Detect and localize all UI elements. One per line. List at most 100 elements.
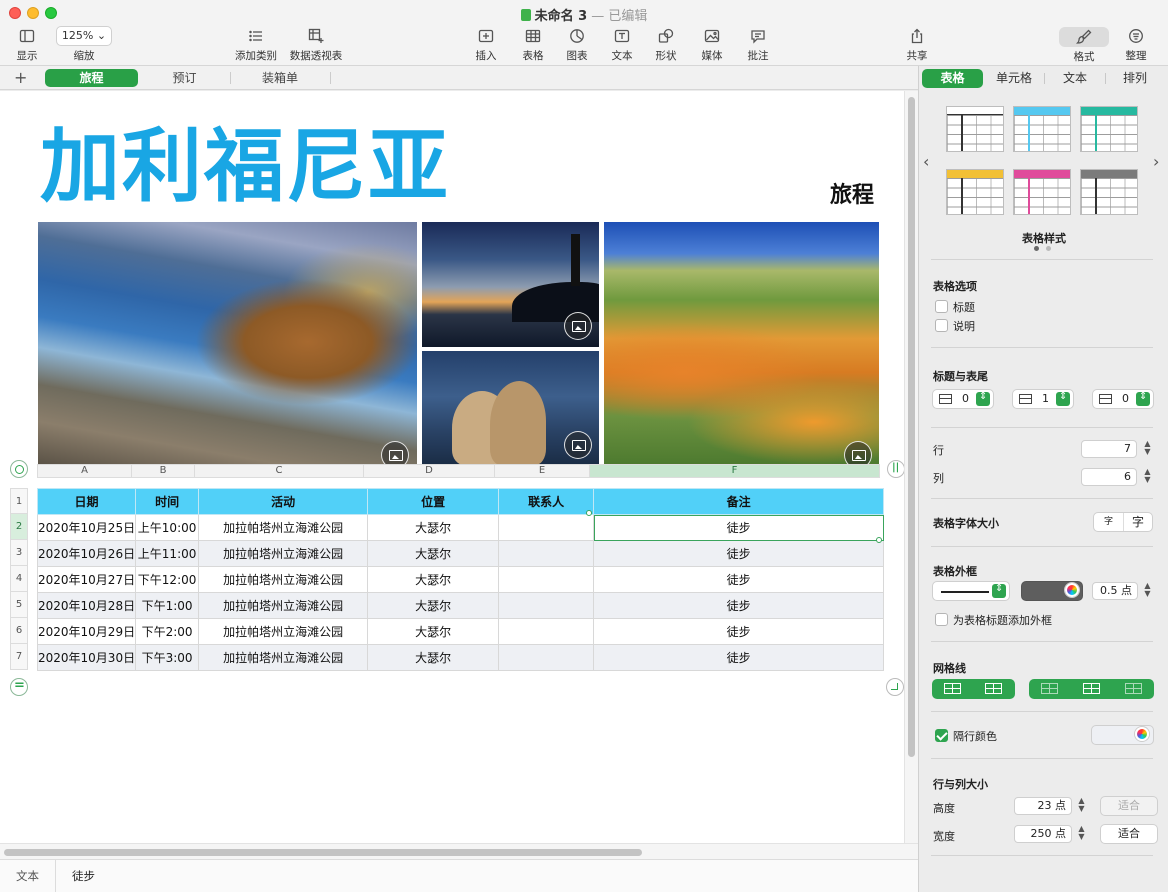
table-cell[interactable]: 2020年10月25日 [36, 514, 137, 541]
media-button[interactable]: 媒体 [696, 26, 728, 64]
alternating-rows-checkbox-row[interactable]: 隔行颜色 [935, 728, 997, 744]
decrease-font-size-button[interactable]: 字 [1094, 513, 1124, 531]
row-header[interactable]: 1 [10, 488, 28, 514]
horizontal-scrollbar[interactable] [0, 843, 918, 859]
image-placeholder-icon[interactable] [564, 312, 592, 340]
table-cell[interactable]: 大瑟尔 [367, 514, 500, 541]
selected-table-cell[interactable]: 徒步 [593, 514, 885, 541]
sheet-tab-booking[interactable]: 预订 [139, 69, 230, 87]
page-subtitle[interactable]: 旅程 [760, 177, 874, 209]
fit-height-button[interactable]: 适合 [1100, 796, 1158, 816]
row-header[interactable]: 6 [10, 618, 28, 644]
table-select-handle[interactable] [10, 460, 28, 478]
column-width-stepper[interactable]: ▲ ▼ [1076, 825, 1087, 843]
column-header-a[interactable]: A [37, 464, 132, 478]
row-height-input[interactable]: 23 点 [1014, 797, 1072, 815]
organize-button[interactable]: 整理 [1120, 26, 1152, 64]
table-cell[interactable]: 大瑟尔 [367, 592, 500, 619]
horizontal-gridlines-icon[interactable] [944, 683, 961, 694]
table-cell[interactable]: 2020年10月30日 [36, 644, 137, 671]
insert-button[interactable]: 插入 [470, 26, 502, 64]
chevron-right-icon[interactable]: › [1153, 152, 1159, 171]
column-header-b[interactable]: B [132, 464, 195, 478]
table-cell[interactable] [498, 644, 595, 671]
table-cell[interactable]: 徒步 [593, 592, 885, 619]
table-cell[interactable]: 下午3:00 [135, 644, 200, 671]
header-columns-stepper[interactable]: 1 [1012, 389, 1074, 409]
page-title[interactable]: 加利福尼亚 [40, 127, 450, 207]
border-width-input[interactable]: 0.5 点 [1092, 582, 1138, 600]
shape-button[interactable]: 形状 [650, 26, 682, 64]
column-header-f[interactable]: F [590, 464, 880, 478]
table-cell[interactable]: 徒步 [593, 566, 885, 593]
columns-input[interactable]: 6 [1081, 468, 1137, 486]
rows-input[interactable]: 7 [1081, 440, 1137, 458]
vertical-scrollbar[interactable] [904, 91, 918, 843]
table-cell[interactable] [498, 514, 595, 541]
fit-width-button[interactable]: 适合 [1100, 824, 1158, 844]
text-button[interactable]: 文本 [606, 26, 638, 64]
image-placeholder-icon[interactable] [564, 431, 592, 459]
table-cell[interactable]: 大瑟尔 [367, 644, 500, 671]
table-cell[interactable]: 2020年10月26日 [36, 540, 137, 567]
zoom-popup[interactable]: 125% ⌄ [56, 26, 112, 46]
outline-title-checkbox[interactable] [935, 613, 948, 626]
image-placeholder-icon[interactable] [844, 441, 872, 465]
header-column-gridlines-icon[interactable] [1083, 683, 1100, 694]
table-cell[interactable]: 下午12:00 [135, 566, 200, 593]
share-button[interactable]: 共享 [901, 26, 933, 64]
alternating-rows-checkbox[interactable] [935, 729, 948, 742]
zoom-button[interactable]: 125% ⌄ 缩放 [54, 26, 114, 64]
image-placeholder-icon[interactable] [381, 441, 409, 465]
view-button[interactable]: 显示 [8, 26, 46, 64]
vertical-scroll-thumb[interactable] [908, 97, 915, 757]
table-cell[interactable]: 加拉帕塔州立海滩公园 [198, 618, 369, 645]
add-column-handle[interactable] [887, 460, 904, 478]
header-cell-contact[interactable]: 联系人 [498, 488, 595, 515]
table-cell[interactable]: 加拉帕塔州立海滩公园 [198, 540, 369, 567]
table-style-thumbnail[interactable] [946, 106, 1004, 152]
table-cell[interactable] [498, 566, 595, 593]
page-dot-active[interactable] [1034, 246, 1039, 251]
row-header[interactable]: 3 [10, 540, 28, 566]
table-cell[interactable]: 加拉帕塔州立海滩公园 [198, 644, 369, 671]
add-category-button[interactable]: 添加类别 [232, 26, 280, 64]
color-wheel-icon[interactable] [1135, 727, 1149, 741]
table-cell[interactable]: 徒步 [593, 540, 885, 567]
lighthouse-photo[interactable] [422, 222, 599, 347]
table-cell[interactable]: 上午10:00 [135, 514, 200, 541]
sea-lions-photo[interactable] [422, 351, 599, 465]
table-cell[interactable] [498, 618, 595, 645]
selection-handle[interactable] [876, 537, 882, 543]
rows-stepper[interactable]: ▲ ▼ [1142, 440, 1153, 458]
color-wheel-icon[interactable] [1065, 583, 1079, 597]
header-cell-time[interactable]: 时间 [135, 488, 200, 515]
table-cell[interactable] [498, 540, 595, 567]
sheet-tab-packing-list[interactable]: 装箱单 [231, 69, 329, 87]
header-cell-activity[interactable]: 活动 [198, 488, 369, 515]
footer-rows-stepper[interactable]: 0 [1092, 389, 1154, 409]
header-cell-notes[interactable]: 备注 [593, 488, 885, 515]
tab-arrange[interactable]: 排列 [1106, 69, 1164, 88]
header-rows-stepper[interactable]: 0 [932, 389, 994, 409]
horizontal-scroll-thumb[interactable] [4, 849, 642, 856]
sheet-tab-itinerary[interactable]: 旅程 [45, 69, 138, 87]
coast-photo[interactable] [38, 222, 417, 465]
table-style-thumbnail[interactable] [946, 169, 1004, 215]
tab-text[interactable]: 文本 [1045, 69, 1105, 88]
table-cell[interactable]: 大瑟尔 [367, 540, 500, 567]
poppy-field-photo[interactable] [604, 222, 879, 465]
table-style-thumbnail[interactable] [1013, 169, 1071, 215]
table-cell[interactable]: 2020年10月28日 [36, 592, 137, 619]
row-height-stepper[interactable]: ▲ ▼ [1076, 797, 1087, 815]
column-width-input[interactable]: 250 点 [1014, 825, 1072, 843]
outline-title-checkbox-row[interactable]: 为表格标题添加外框 [935, 612, 1052, 628]
footer-gridlines-icon[interactable] [1125, 683, 1142, 694]
header-row-gridlines-icon[interactable] [1041, 683, 1058, 694]
table-cell[interactable]: 下午1:00 [135, 592, 200, 619]
table-cell[interactable]: 下午2:00 [135, 618, 200, 645]
itinerary-table[interactable]: 日期 时间 活动 位置 联系人 备注 2020年10月25日 上午10:00 加… [36, 488, 885, 671]
increase-font-size-button[interactable]: 字 [1124, 513, 1152, 531]
border-style-popup[interactable] [932, 581, 1010, 601]
column-header-d[interactable]: D [364, 464, 495, 478]
